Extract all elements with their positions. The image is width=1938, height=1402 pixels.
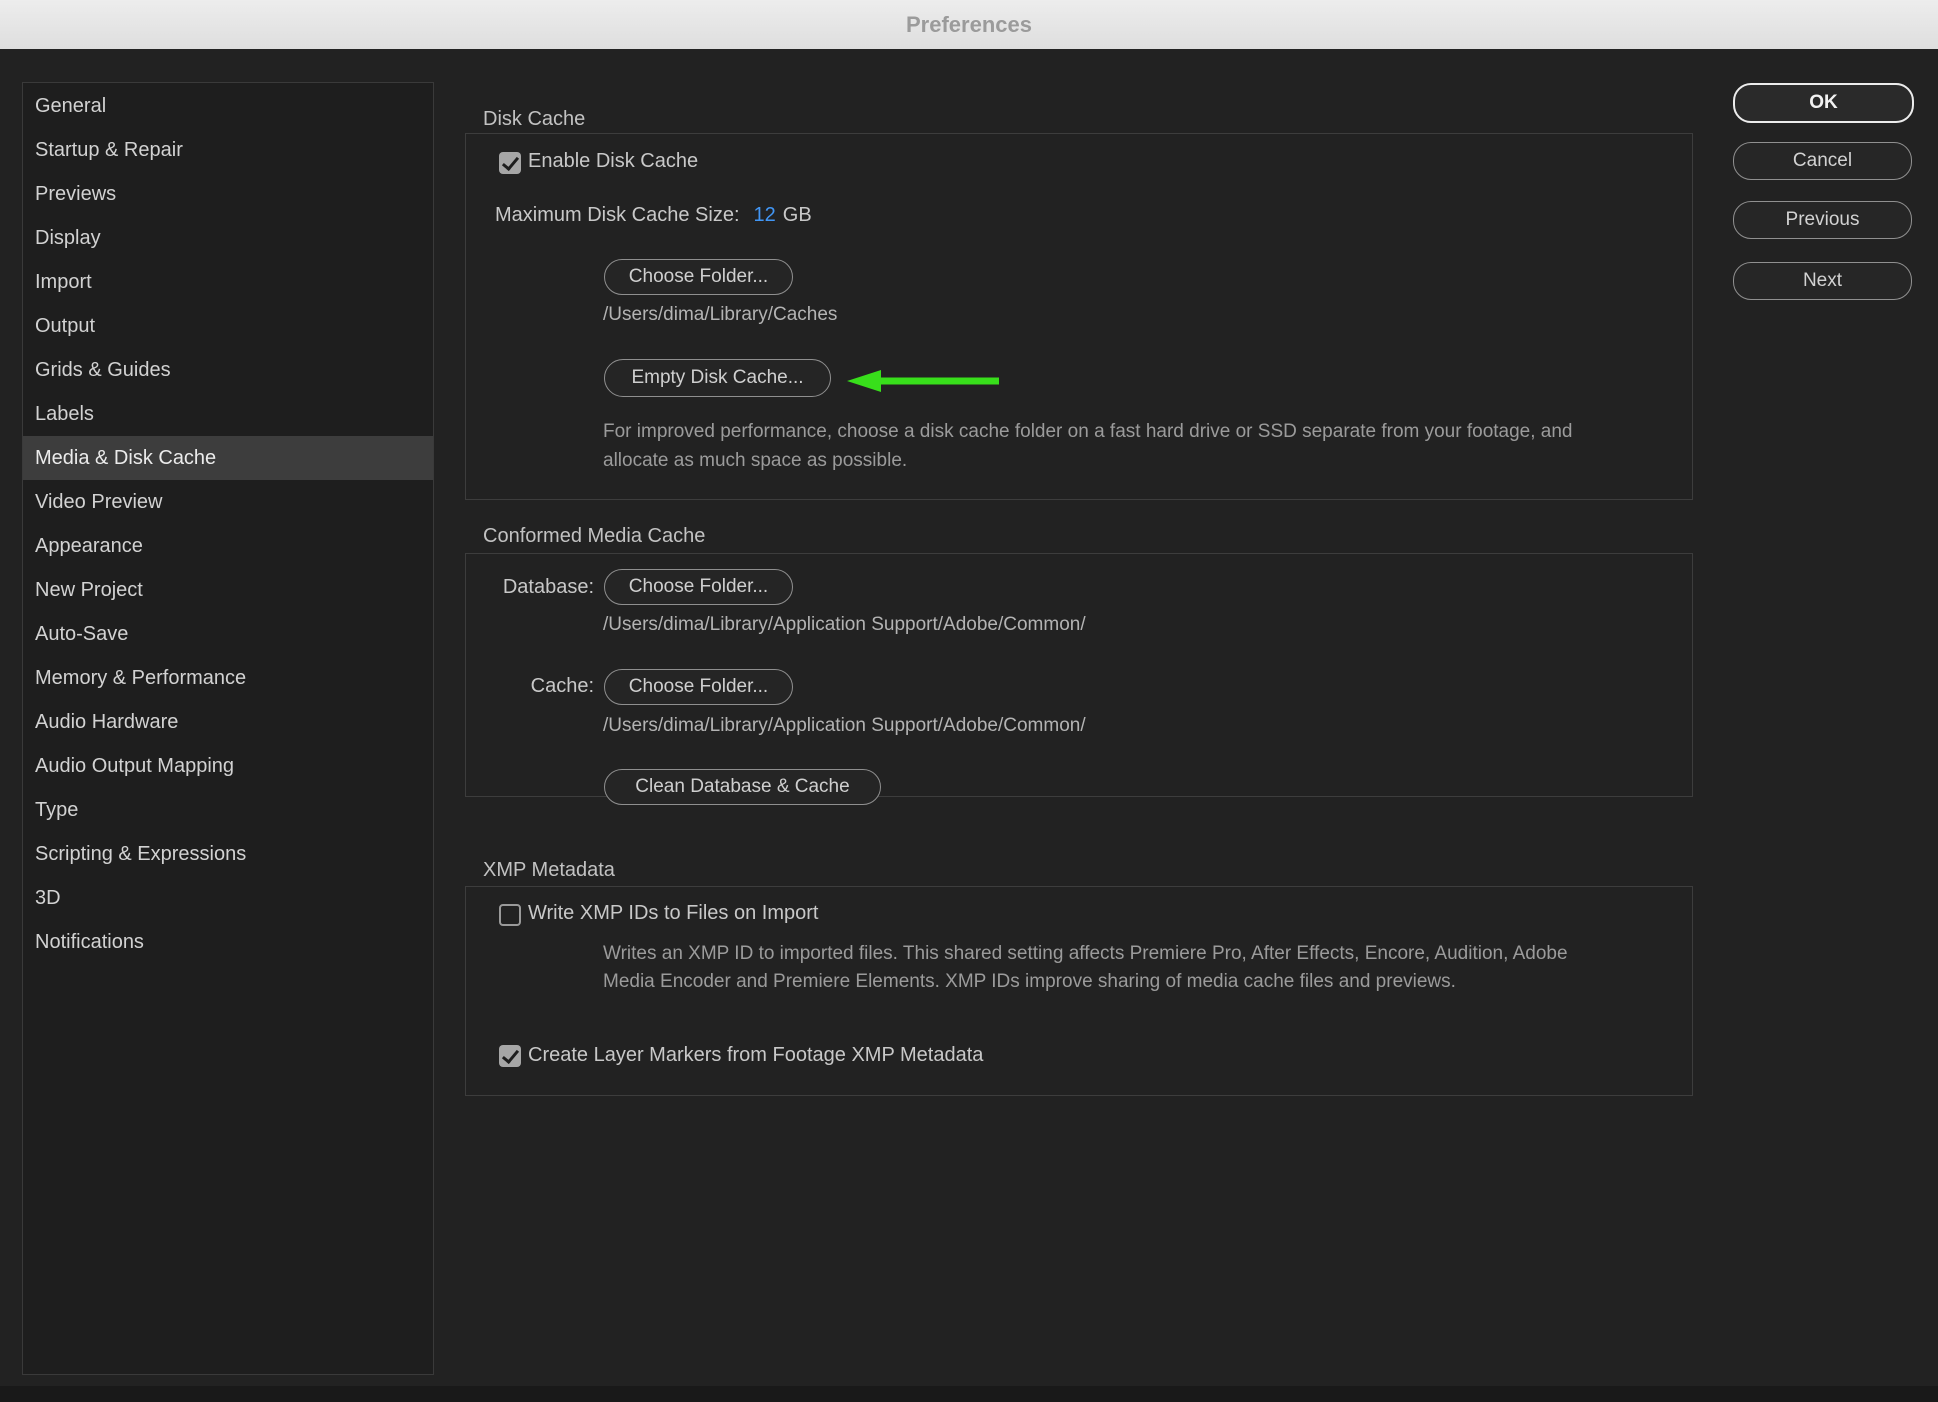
create-layer-markers-checkbox[interactable] [499, 1045, 521, 1067]
cache-choose-folder-button[interactable]: Choose Folder... [604, 669, 793, 705]
sidebar-item-audio-hardware[interactable]: Audio Hardware [23, 700, 433, 744]
sidebar-item-startup-repair[interactable]: Startup & Repair [23, 128, 433, 172]
title-bar: Preferences [0, 0, 1938, 49]
write-xmp-ids-label[interactable]: Write XMP IDs to Files on Import [528, 902, 818, 925]
sidebar-item-import[interactable]: Import [23, 260, 433, 304]
sidebar-item-new-project[interactable]: New Project [23, 568, 433, 612]
sidebar-item-previews[interactable]: Previews [23, 172, 433, 216]
sidebar-item-video-preview[interactable]: Video Preview [23, 480, 433, 524]
cache-path: /Users/dima/Library/Application Support/… [603, 715, 1086, 736]
window-bottom-edge [0, 1386, 1938, 1402]
sidebar-item-appearance[interactable]: Appearance [23, 524, 433, 568]
max-disk-cache-size-row: Maximum Disk Cache Size: 12 GB [495, 204, 812, 227]
preferences-sidebar: General Startup & Repair Previews Displa… [22, 82, 434, 1375]
sidebar-item-display[interactable]: Display [23, 216, 433, 260]
database-choose-folder-button[interactable]: Choose Folder... [604, 569, 793, 605]
sidebar-item-audio-output-mapping[interactable]: Audio Output Mapping [23, 744, 433, 788]
enable-disk-cache-checkbox[interactable] [499, 152, 521, 174]
sidebar-item-media-disk-cache[interactable]: Media & Disk Cache [23, 436, 433, 480]
clean-database-cache-button[interactable]: Clean Database & Cache [604, 769, 881, 805]
enable-disk-cache-label[interactable]: Enable Disk Cache [528, 150, 698, 173]
xmp-description-text: Writes an XMP ID to imported files. This… [603, 943, 1568, 992]
max-disk-cache-size-unit: GB [782, 204, 812, 226]
database-path: /Users/dima/Library/Application Support/… [603, 614, 1086, 635]
conformed-media-cache-section-title: Conformed Media Cache [483, 525, 706, 547]
disk-cache-choose-folder-button[interactable]: Choose Folder... [604, 259, 793, 295]
max-disk-cache-size-label: Maximum Disk Cache Size: [495, 204, 740, 226]
sidebar-item-labels[interactable]: Labels [23, 392, 433, 436]
sidebar-item-output[interactable]: Output [23, 304, 433, 348]
ok-button[interactable]: OK [1733, 83, 1914, 123]
xmp-metadata-section-title: XMP Metadata [483, 859, 615, 881]
disk-cache-path: /Users/dima/Library/Caches [603, 304, 838, 325]
xmp-metadata-group: Write XMP IDs to Files on Import Writes … [465, 886, 1693, 1096]
max-disk-cache-size-value[interactable]: 12 [754, 204, 776, 226]
next-button[interactable]: Next [1733, 262, 1912, 300]
empty-disk-cache-button[interactable]: Empty Disk Cache... [604, 359, 831, 397]
sidebar-item-type[interactable]: Type [23, 788, 433, 832]
sidebar-item-3d[interactable]: 3D [23, 876, 433, 920]
disk-cache-group: Enable Disk Cache Maximum Disk Cache Siz… [465, 133, 1693, 500]
sidebar-item-scripting-expressions[interactable]: Scripting & Expressions [23, 832, 433, 876]
create-layer-markers-label[interactable]: Create Layer Markers from Footage XMP Me… [528, 1044, 983, 1067]
window-title: Preferences [906, 11, 1032, 37]
sidebar-item-general[interactable]: General [23, 84, 433, 128]
cache-label: Cache: [530, 675, 594, 697]
previous-button[interactable]: Previous [1733, 201, 1912, 239]
sidebar-item-notifications[interactable]: Notifications [23, 920, 433, 964]
cancel-button[interactable]: Cancel [1733, 142, 1912, 180]
sidebar-item-memory-performance[interactable]: Memory & Performance [23, 656, 433, 700]
annotation-arrow-left-icon [847, 370, 999, 392]
write-xmp-ids-checkbox[interactable] [499, 904, 521, 926]
sidebar-item-auto-save[interactable]: Auto-Save [23, 612, 433, 656]
sidebar-item-grids-guides[interactable]: Grids & Guides [23, 348, 433, 392]
database-label: Database: [502, 576, 594, 598]
conformed-media-cache-group: Database: Choose Folder... /Users/dima/L… [465, 553, 1693, 805]
disk-cache-section-title: Disk Cache [483, 108, 586, 130]
preferences-dialog: Preferences General Startup & Repair Pre… [0, 0, 1938, 1402]
disk-cache-help-text: For improved performance, choose a disk … [603, 421, 1573, 471]
